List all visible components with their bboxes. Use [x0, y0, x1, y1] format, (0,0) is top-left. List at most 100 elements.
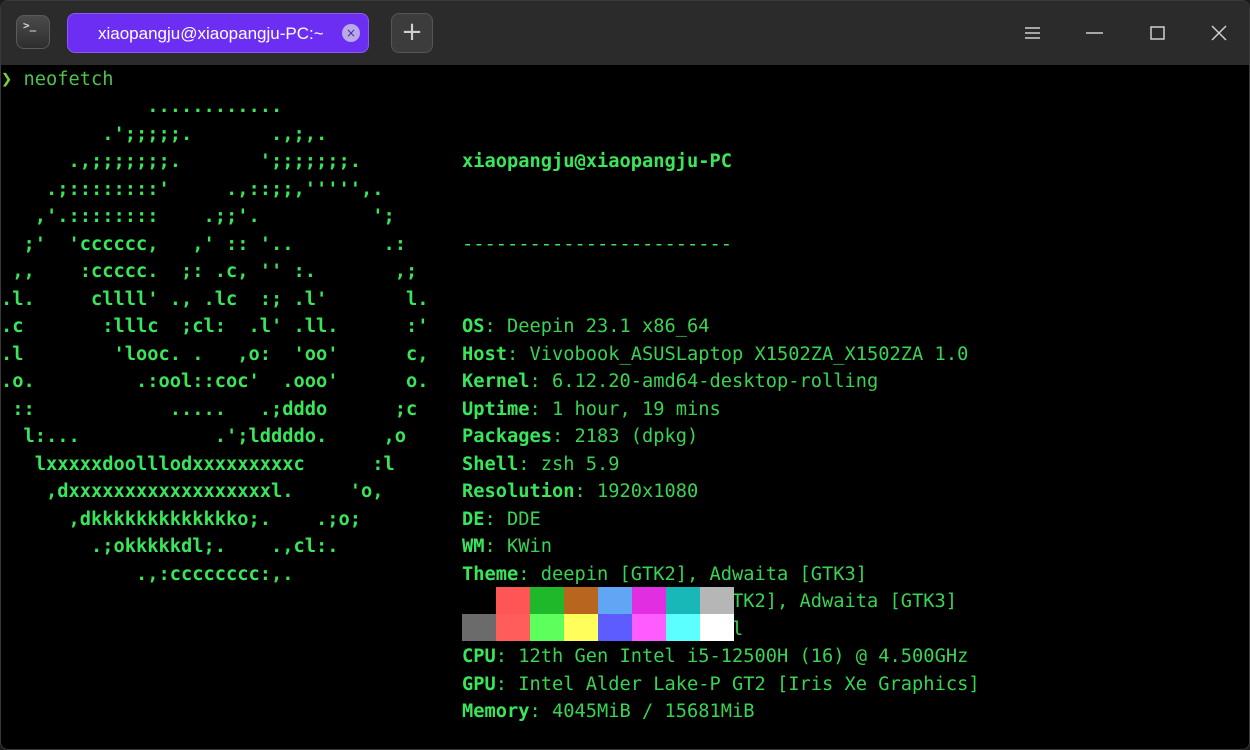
ascii-logo-line: .o. .:ool::coc' .ooo' o. [1, 371, 429, 392]
info-colon: : [507, 343, 519, 365]
ascii-logo-line: :: ..... .;dddo ;c [1, 398, 418, 420]
info-row: Memory: 4045MiB / 15681MiB [462, 698, 980, 726]
info-colon: : [484, 508, 496, 530]
color-swatch [666, 587, 700, 614]
info-key: Host [462, 343, 508, 365]
info-value: DDE [495, 508, 541, 530]
info-row: Kernel: 6.12.20-amd64-desktop-rolling [462, 368, 980, 396]
ascii-logo-line: .l 'looc. . ,o: 'oo' c, [1, 343, 429, 365]
color-swatch [632, 587, 666, 614]
info-colon: : [552, 426, 564, 447]
info-key: Kernel [462, 371, 530, 392]
user-host-title: xiaopangju@xiaopangju-PC [462, 151, 733, 172]
color-swatch [598, 587, 632, 614]
terminal-app-icon[interactable]: >_ [16, 15, 50, 49]
info-row: Resolution: 1920x1080 [462, 478, 980, 506]
ascii-logo-line: ,dkkkkkkkkkkkkko;. .;o; [1, 508, 362, 530]
tab-close-icon[interactable]: × [342, 24, 360, 42]
prompt-line: ❯ neofetch [1, 66, 114, 94]
info-key: OS [462, 316, 485, 337]
ascii-logo-line: ,dxxxxxxxxxxxxxxxxxxl. 'o, [1, 481, 384, 502]
ascii-logo-line: .,:cccccccc:,. [1, 563, 294, 585]
close-window-icon[interactable] [1205, 19, 1233, 47]
info-key: Memory [462, 701, 530, 722]
ascii-logo-line: lxxxxxdoolllodxxxxxxxxxc :l [1, 453, 395, 475]
info-value: 1920x1080 [585, 481, 699, 502]
info-row: Shell: zsh 5.9 [462, 451, 980, 479]
ascii-logo-line: ,'.:::::::: .;;'. '; [1, 206, 395, 227]
color-swatch [530, 614, 564, 641]
color-swatch [496, 587, 530, 614]
minimize-icon[interactable] [1081, 19, 1109, 47]
info-colon: : [518, 563, 530, 585]
color-swatch [700, 587, 734, 614]
info-value: 6.12.20-amd64-desktop-rolling [540, 371, 879, 392]
info-colon: : [529, 371, 541, 392]
info-colon: : [574, 481, 586, 502]
info-colon: : [484, 536, 496, 557]
color-swatch [530, 587, 564, 614]
info-row: CPU: 12th Gen Intel i5-12500H (16) @ 4.5… [462, 643, 980, 671]
info-row: WM: KWin [462, 533, 980, 561]
terminal-output[interactable]: ❯ neofetch ............ .';;;;;. .,;,. .… [1, 65, 1249, 749]
info-value: 1 hour, 19 mins [540, 398, 721, 420]
color-swatch [598, 614, 632, 641]
ascii-logo-line: .;okkkkkdl;. .,cl:. [1, 536, 339, 557]
title-separator: ------------------------ [462, 233, 733, 255]
color-swatch [564, 587, 598, 614]
info-key: Theme [462, 563, 519, 585]
info-value: 2183 (dpkg) [563, 426, 699, 447]
color-swatch [700, 614, 734, 641]
info-colon: : [495, 673, 508, 695]
info-key: Shell [462, 453, 519, 475]
info-row: GPU: Intel Alder Lake-P GT2 [Iris Xe Gra… [462, 671, 980, 699]
info-key: CPU [462, 646, 496, 667]
terminal-window: >_ xiaopangju@xiaopangju-PC:~ × + ❯ neof… [0, 0, 1250, 750]
color-swatch [564, 614, 598, 641]
info-value: zsh 5.9 [529, 453, 620, 475]
menu-icon[interactable] [1019, 19, 1047, 47]
color-swatch [666, 614, 700, 641]
info-row: Uptime: 1 hour, 19 mins [462, 396, 980, 424]
ascii-logo: ............ .';;;;;. .,;,. .,;;;;;;;. '… [1, 93, 429, 588]
tab-terminal-session[interactable]: xiaopangju@xiaopangju-PC:~ × [67, 13, 369, 53]
command-text: neofetch [12, 69, 114, 90]
info-row: Packages: 2183 (dpkg) [462, 423, 980, 451]
info-colon: : [529, 398, 541, 420]
palette-row-bright [462, 614, 734, 641]
color-swatch [496, 614, 530, 641]
ascii-logo-line: .';;;;;. .,;,. [1, 123, 328, 145]
ascii-logo-line: ............ [1, 96, 283, 117]
info-colon: : [495, 646, 508, 667]
info-row: Theme: deepin [GTK2], Adwaita [GTK3] [462, 561, 980, 589]
ascii-logo-line: .c :lllc ;cl: .l' .ll. :' [1, 316, 429, 337]
info-key: Uptime [462, 398, 530, 420]
info-colon: : [518, 453, 530, 475]
info-row: OS: Deepin 23.1 x86_64 [462, 313, 980, 341]
info-value: KWin [495, 536, 553, 557]
info-key: WM [462, 536, 485, 557]
info-key: GPU [462, 673, 496, 695]
ascii-logo-line: .l. cllll' ., .lc :; .l' l. [1, 288, 429, 310]
color-palette [462, 587, 734, 643]
info-colon: : [484, 316, 496, 337]
ascii-logo-line: .,;;;;;;;. ';;;;;;;. [1, 151, 362, 172]
color-swatch [462, 614, 496, 641]
info-value: Intel Alder Lake-P GT2 [Iris Xe Graphics… [507, 673, 980, 695]
title-bar: >_ xiaopangju@xiaopangju-PC:~ × + [1, 1, 1249, 65]
info-row: Host: Vivobook_ASUSLaptop X1502ZA_X1502Z… [462, 341, 980, 369]
maximize-icon[interactable] [1144, 19, 1172, 47]
info-value: deepin [GTK2], Adwaita [GTK3] [529, 563, 868, 585]
info-value: 4045MiB / 15681MiB [540, 701, 755, 722]
color-swatch [632, 614, 666, 641]
info-key: DE [462, 508, 485, 530]
ascii-logo-line: l:... .';lddddo. ,o [1, 426, 407, 447]
ascii-logo-line: .;::::::::' .,::;;,''''',. [1, 178, 384, 200]
ascii-logo-line: ;' 'cccccc, ,' :: '.. .: [1, 233, 407, 255]
prompt-symbol: ❯ [1, 69, 13, 90]
info-value: Vivobook_ASUSLaptop X1502ZA_X1502ZA 1.0 [518, 343, 969, 365]
new-tab-button[interactable]: + [391, 13, 433, 53]
info-value: 12th Gen Intel i5-12500H (16) @ 4.500GHz [507, 646, 969, 667]
palette-row-normal [462, 587, 734, 614]
color-swatch [462, 587, 496, 614]
